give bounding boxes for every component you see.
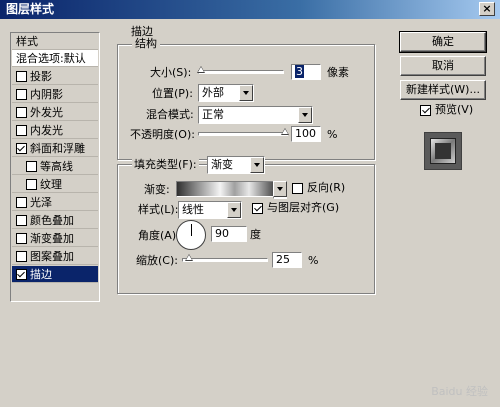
style-checkbox[interactable]: [16, 232, 27, 244]
style-list-label: 混合选项:默认: [16, 52, 86, 65]
style-list-label: 图案叠加: [30, 250, 74, 263]
style-list-item[interactable]: 光泽: [12, 194, 98, 211]
scale-slider-thumb[interactable]: [185, 254, 193, 261]
style-checkbox[interactable]: [26, 160, 37, 172]
blend-mode-value: 正常: [202, 108, 224, 121]
size-slider[interactable]: [197, 66, 284, 74]
style-list-label: 外发光: [30, 106, 63, 119]
blend-mode-label: 混合模式:: [146, 108, 194, 121]
align-with-layer-label: 与图层对齐(G): [267, 201, 340, 214]
style-checkbox[interactable]: [16, 106, 27, 118]
ok-button[interactable]: 确定: [399, 31, 487, 53]
style-checkbox[interactable]: [16, 124, 27, 136]
style-list-item[interactable]: 混合选项:默认: [12, 50, 98, 67]
size-label: 大小(S):: [150, 66, 192, 79]
style-list-item[interactable]: 斜面和浮雕: [12, 140, 98, 157]
cancel-button[interactable]: 取消: [400, 56, 486, 76]
close-icon[interactable]: ×: [479, 2, 495, 16]
style-checkbox[interactable]: [16, 70, 27, 82]
opacity-slider-thumb[interactable]: [281, 128, 289, 135]
style-checkbox[interactable]: [16, 214, 27, 226]
style-list-label: 颜色叠加: [30, 214, 74, 227]
new-style-button[interactable]: 新建样式(W)...: [400, 80, 486, 100]
reverse-checkbox[interactable]: [292, 183, 303, 194]
opacity-slider[interactable]: [198, 128, 289, 136]
style-value: 线性: [182, 203, 204, 216]
blend-mode-select[interactable]: 正常: [198, 106, 313, 124]
style-list-item[interactable]: 内发光: [12, 122, 98, 139]
gradient-preview[interactable]: [176, 181, 274, 197]
style-checkbox[interactable]: [16, 196, 27, 208]
opacity-input[interactable]: 100: [291, 126, 321, 142]
style-list-label: 内阴影: [30, 88, 63, 101]
preview-checkbox[interactable]: [420, 105, 431, 116]
size-value: 3: [295, 65, 304, 78]
fill-type-value: 渐变: [211, 158, 233, 171]
style-list-label: 描边: [30, 268, 52, 281]
chevron-down-icon[interactable]: [273, 181, 287, 197]
styles-list: 样式 混合选项:默认投影内阴影外发光内发光斜面和浮雕等高线纹理光泽颜色叠加渐变叠…: [10, 32, 100, 302]
style-checkbox[interactable]: [16, 88, 27, 100]
size-slider-thumb[interactable]: [197, 66, 205, 73]
style-preview-thumbnail: [424, 132, 462, 170]
style-list-item[interactable]: 图案叠加: [12, 248, 98, 265]
style-list-label: 光泽: [30, 196, 52, 209]
gradient-label: 渐变:: [144, 183, 170, 196]
style-list-item[interactable]: 纹理: [12, 176, 98, 193]
scale-unit: %: [308, 254, 319, 267]
style-list-item[interactable]: 内阴影: [12, 86, 98, 103]
styles-list-title: 样式: [12, 33, 98, 50]
dialog-body: 样式 混合选项:默认投影内阴影外发光内发光斜面和浮雕等高线纹理光泽颜色叠加渐变叠…: [2, 20, 496, 405]
style-list-label: 纹理: [40, 178, 62, 191]
layer-style-dialog: 图层样式 × 样式 混合选项:默认投影内阴影外发光内发光斜面和浮雕等高线纹理光泽…: [0, 0, 500, 407]
style-list-item[interactable]: 等高线: [12, 158, 98, 175]
style-list-item[interactable]: 外发光: [12, 104, 98, 121]
angle-label: 角度(A):: [138, 229, 180, 242]
opacity-label: 不透明度(O):: [130, 128, 195, 141]
align-with-layer-checkbox[interactable]: [252, 203, 263, 214]
angle-dial[interactable]: [176, 220, 206, 250]
chevron-down-icon[interactable]: [250, 157, 264, 173]
style-list-item[interactable]: 投影: [12, 68, 98, 85]
style-list-item[interactable]: 渐变叠加: [12, 230, 98, 247]
window-title: 图层样式: [6, 2, 55, 16]
style-checkbox[interactable]: [16, 268, 27, 280]
reverse-label: 反向(R): [307, 181, 346, 194]
position-label: 位置(P):: [152, 87, 193, 100]
style-checkbox[interactable]: [26, 178, 37, 190]
style-checkbox[interactable]: [16, 250, 27, 262]
position-select[interactable]: 外部: [198, 84, 254, 102]
angle-unit: 度: [250, 228, 261, 241]
fill-type-select[interactable]: 渐变: [207, 156, 265, 174]
style-checkbox[interactable]: [16, 142, 27, 154]
gradient-dropdown[interactable]: [273, 181, 287, 199]
chevron-down-icon[interactable]: [227, 202, 241, 218]
watermark: Baidu 经验: [431, 385, 488, 398]
position-value: 外部: [202, 86, 224, 99]
style-list-item[interactable]: 颜色叠加: [12, 212, 98, 229]
style-list-label: 内发光: [30, 124, 63, 137]
chevron-down-icon[interactable]: [298, 107, 312, 123]
angle-input[interactable]: 90: [211, 226, 247, 242]
scale-label: 缩放(C):: [136, 254, 178, 267]
style-list-label: 等高线: [40, 160, 73, 173]
structure-title: 结构: [132, 38, 160, 50]
size-input[interactable]: 3: [291, 64, 321, 80]
style-select[interactable]: 线性: [178, 201, 242, 219]
style-list-item[interactable]: 描边: [12, 266, 98, 283]
size-unit: 像素: [327, 66, 349, 79]
style-list-label: 斜面和浮雕: [30, 142, 85, 155]
preview-core: [435, 143, 451, 159]
chevron-down-icon[interactable]: [239, 85, 253, 101]
scale-slider[interactable]: [182, 254, 268, 262]
style-list-label: 渐变叠加: [30, 232, 74, 245]
title-bar: 图层样式 ×: [0, 0, 500, 19]
style-label: 样式(L):: [138, 203, 179, 216]
scale-input[interactable]: 25: [272, 252, 302, 268]
style-list-label: 投影: [30, 70, 52, 83]
preview-label: 预览(V): [435, 103, 474, 116]
opacity-unit: %: [327, 128, 338, 141]
fill-type-label: 填充类型(F):: [132, 157, 199, 173]
